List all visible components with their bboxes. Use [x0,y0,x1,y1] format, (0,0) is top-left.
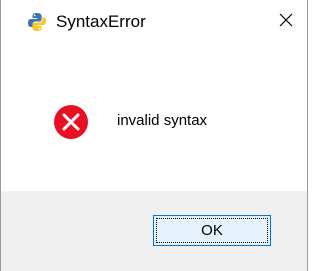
close-icon [278,12,294,33]
close-button[interactable] [263,0,309,45]
error-message: invalid syntax [117,112,208,129]
dialog-content: invalid syntax [1,45,307,191]
ok-button[interactable]: OK [153,215,271,246]
syntax-error-dialog: SyntaxError invalid syntax OK [0,0,308,271]
python-icon [27,12,47,32]
error-icon [53,104,89,140]
window-title: SyntaxError [56,12,146,31]
title-bar[interactable]: SyntaxError [1,0,307,45]
button-bar: OK [1,191,307,271]
